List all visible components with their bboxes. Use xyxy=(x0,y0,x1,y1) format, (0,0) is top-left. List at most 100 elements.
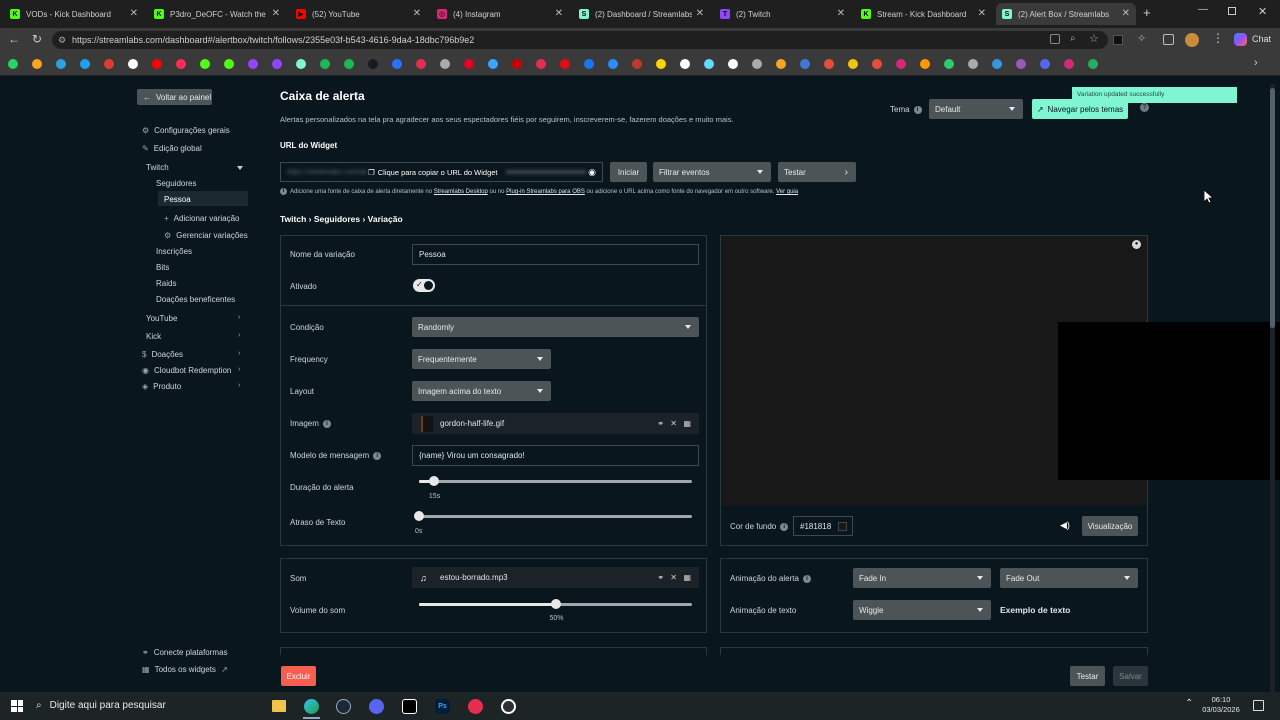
delete-button[interactable]: Excluir xyxy=(281,666,316,686)
tab-3[interactable]: ▶ (52) YouTube ✕ xyxy=(290,3,427,25)
bookmark-icon[interactable] xyxy=(128,59,138,69)
sidebar-all-widgets[interactable]: ▦ Todos os widgets ↗ xyxy=(142,665,228,674)
frequency-select[interactable]: Frequentemente xyxy=(412,349,551,369)
sidebar-item-general-settings[interactable]: ⚙ Configurações gerais xyxy=(142,126,230,135)
info-icon[interactable]: i xyxy=(322,419,331,428)
tab-6[interactable]: T (2) Twitch ✕ xyxy=(714,3,851,25)
help-icon[interactable]: ? xyxy=(1140,103,1149,112)
start-button[interactable]: Iniciar xyxy=(610,162,647,182)
obs-icon[interactable] xyxy=(501,699,516,714)
tab-8[interactable]: S (2) Alert Box / Streamlabs ✕ xyxy=(996,3,1136,25)
bookmark-icon[interactable] xyxy=(536,59,546,69)
remove-icon[interactable]: ✕ xyxy=(670,573,677,582)
bookmark-icon[interactable] xyxy=(104,59,114,69)
bookmark-icon[interactable] xyxy=(296,59,306,69)
bookmark-icon[interactable] xyxy=(656,59,666,69)
grid-icon[interactable]: ▦ xyxy=(683,419,691,428)
bookmark-icon[interactable] xyxy=(848,59,858,69)
bookmark-icon[interactable] xyxy=(224,59,234,69)
remove-icon[interactable]: ✕ xyxy=(670,419,677,428)
taskbar-search[interactable]: ⌕ Digite aqui para pesquisar xyxy=(36,696,261,716)
bookmark-icon[interactable] xyxy=(32,59,42,69)
grid-icon[interactable]: ▦ xyxy=(683,573,691,582)
streamlabs-desktop-link[interactable]: Streamlabs Desktop xyxy=(434,189,488,195)
bookmark-icon[interactable] xyxy=(944,59,954,69)
discord-icon[interactable] xyxy=(369,699,384,714)
sidebar-item-bits[interactable]: Bits xyxy=(156,263,169,272)
profile-extension-icon[interactable] xyxy=(1163,34,1174,45)
save-button[interactable]: Salvar xyxy=(1113,666,1148,686)
bookmark-icon[interactable] xyxy=(728,59,738,69)
layout-select[interactable]: Imagem acima do texto xyxy=(412,381,551,401)
close-tab-icon[interactable]: ✕ xyxy=(837,8,845,19)
capcut-icon[interactable] xyxy=(402,699,417,714)
info-icon[interactable]: i xyxy=(373,451,382,460)
scrollbar-thumb[interactable] xyxy=(1270,88,1275,328)
chat-label[interactable]: Chat xyxy=(1252,34,1271,44)
bg-color-input[interactable]: #181818 xyxy=(793,516,853,536)
bookmark-icon[interactable] xyxy=(464,59,474,69)
sidebar-item-global-edit[interactable]: ✎ Edição global xyxy=(142,144,202,153)
bookmark-icon[interactable] xyxy=(272,59,282,69)
copy-url-button[interactable]: ❐ Clique para copiar o URL do Widget xyxy=(368,168,498,177)
close-tab-icon[interactable]: ✕ xyxy=(978,8,986,19)
volume-slider-knob[interactable] xyxy=(550,599,561,609)
tray-chevron-icon[interactable]: ⌃ xyxy=(1185,698,1193,709)
bookmark-icon[interactable] xyxy=(920,59,930,69)
menu-icon[interactable]: ⋮ xyxy=(1212,31,1224,45)
sidebar-item-donations[interactable]: $ Doações xyxy=(142,350,183,359)
bookmark-icon[interactable] xyxy=(560,59,570,69)
duration-slider-track[interactable] xyxy=(419,480,692,483)
close-tab-icon[interactable]: ✕ xyxy=(130,8,138,19)
variation-name-input[interactable]: Pessoa xyxy=(412,244,699,265)
tab-4[interactable]: ◎ (4) Instagram ✕ xyxy=(431,3,569,25)
photoshop-icon[interactable]: Ps xyxy=(435,699,450,714)
zoom-icon[interactable]: ⌕ xyxy=(1070,33,1076,44)
close-tab-icon[interactable]: ✕ xyxy=(696,8,704,19)
sidebar-manage-variations[interactable]: ⚙ Gerenciar variações xyxy=(164,231,248,240)
bookmark-icon[interactable] xyxy=(512,59,522,69)
close-tab-icon[interactable]: ✕ xyxy=(555,8,563,19)
text-animation-select[interactable]: Wiggle xyxy=(853,600,991,620)
bookmark-icon[interactable] xyxy=(608,59,618,69)
site-info-icon[interactable]: ⚙ xyxy=(58,31,66,49)
maximize-icon[interactable] xyxy=(1228,7,1236,15)
page-scrollbar[interactable] xyxy=(1270,84,1275,694)
more-bookmarks-icon[interactable]: › xyxy=(1254,57,1258,69)
reload-icon[interactable]: ↻ xyxy=(32,32,42,46)
sidebar-item-pessoa[interactable]: Pessoa xyxy=(164,195,191,204)
bookmark-icon[interactable] xyxy=(896,59,906,69)
close-tab-icon[interactable]: ✕ xyxy=(272,8,280,19)
bookmark-icon[interactable] xyxy=(488,59,498,69)
bookmark-icon[interactable] xyxy=(968,59,978,69)
bookmark-icon[interactable] xyxy=(1040,59,1050,69)
windows-start-icon[interactable] xyxy=(11,700,23,712)
bookmark-icon[interactable] xyxy=(872,59,882,69)
bookmark-icon[interactable] xyxy=(776,59,786,69)
theme-select[interactable]: Default xyxy=(929,99,1023,119)
info-icon[interactable]: i xyxy=(913,105,922,114)
bookmark-icon[interactable] xyxy=(1064,59,1074,69)
text-delay-slider-track[interactable] xyxy=(419,515,692,518)
sidebar-item-raids[interactable]: Raids xyxy=(156,279,176,288)
tab-7[interactable]: K Stream - Kick Dashboard ✕ xyxy=(855,3,992,25)
footer-test-button[interactable]: Testar xyxy=(1070,666,1105,686)
sound-file-field[interactable]: ♫ estou-borrado.mp3 ⚭ ✕ ▦ xyxy=(412,567,699,588)
info-icon[interactable]: i xyxy=(780,522,789,531)
sidebar-connect-platforms[interactable]: ⚭ Conecte plataformas xyxy=(142,648,228,657)
guide-link[interactable]: Ver guia xyxy=(776,189,798,195)
sidebar-item-followers[interactable]: Seguidores xyxy=(156,179,196,188)
bookmark-icon[interactable] xyxy=(680,59,690,69)
bookmark-icon[interactable] xyxy=(992,59,1002,69)
sidebar-item-twitch[interactable]: Twitch xyxy=(146,163,169,172)
image-file-field[interactable]: gordon-half-life.gif ⚭ ✕ ▦ xyxy=(412,413,699,434)
bookmark-icon[interactable] xyxy=(1016,59,1026,69)
animation-in-select[interactable]: Fade In xyxy=(853,568,991,588)
bookmark-icon[interactable] xyxy=(800,59,810,69)
test-select[interactable]: Testar › xyxy=(778,162,856,182)
bookmark-icon[interactable] xyxy=(200,59,210,69)
extension-icon[interactable] xyxy=(1113,35,1123,45)
bookmark-icon[interactable] xyxy=(176,59,186,69)
preview-button[interactable]: Visualização xyxy=(1082,516,1138,536)
obs-plugin-link[interactable]: Plug-in Streamlabs para OBS xyxy=(506,189,585,195)
